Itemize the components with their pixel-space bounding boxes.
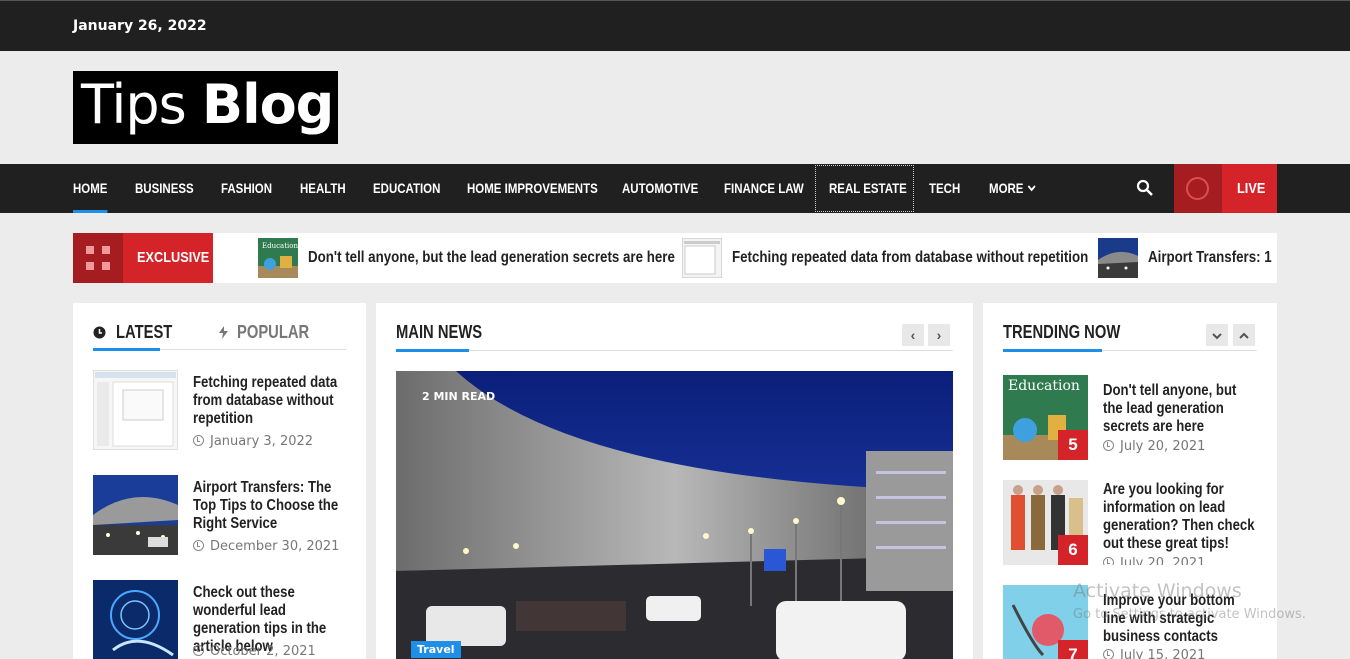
- grid-icon: [73, 233, 123, 283]
- thumb-text: Education: [1008, 378, 1080, 394]
- category-badge[interactable]: Travel: [411, 641, 461, 658]
- main-news-image[interactable]: [396, 371, 953, 659]
- ticker-thumb-education: Education: [258, 238, 298, 278]
- live-label: LIVE: [1237, 180, 1266, 197]
- current-date: January 26, 2022: [73, 18, 207, 34]
- live-icon: [1186, 177, 1209, 200]
- post-date: October 2, 2021: [193, 644, 316, 659]
- tab-popular[interactable]: POPULAR: [237, 322, 309, 343]
- trending-underline: [1003, 349, 1102, 352]
- svg-text:Education: Education: [262, 242, 298, 250]
- exclusive-tag: EXCLUSIVE: [73, 233, 213, 283]
- clock-icon: [1103, 440, 1114, 451]
- ticker-item-text: Fetching repeated data from database wit…: [732, 249, 1089, 266]
- next-arrow-button[interactable]: ›: [928, 324, 950, 346]
- activate-windows-hint: Go to Settings to activate Windows.: [1073, 607, 1306, 622]
- clock-icon: [1103, 649, 1114, 659]
- tab-latest[interactable]: LATEST: [116, 322, 172, 343]
- clock-icon: [93, 326, 106, 339]
- clock-icon: [1103, 557, 1114, 565]
- rank-badge: 7: [1058, 640, 1088, 659]
- main-news-title: MAIN NEWS: [396, 322, 483, 342]
- ticker-thumb-screenshot: [682, 238, 722, 278]
- rank-badge: 5: [1058, 430, 1088, 460]
- nav-real-estate[interactable]: REAL ESTATE: [829, 164, 907, 213]
- ticker-thumb-airport: [1098, 238, 1138, 278]
- nav-home[interactable]: HOME: [73, 164, 108, 213]
- prev-arrow-button[interactable]: ‹: [902, 324, 924, 346]
- ticker-item-text: Airport Transfers: 1: [1148, 249, 1272, 266]
- nav-tech[interactable]: TECH: [929, 164, 960, 213]
- nav-more[interactable]: MORE: [989, 164, 1036, 213]
- post-title[interactable]: Airport Transfers: The Top Tips to Choos…: [193, 479, 355, 533]
- nav-home-improvements[interactable]: HOME IMPROVEMENTS: [467, 164, 598, 213]
- trending-post-date: July 20, 2021: [1103, 556, 1205, 565]
- activate-windows-watermark: Activate Windows: [1073, 580, 1242, 602]
- lightning-icon: [219, 326, 228, 339]
- nav-business[interactable]: BUSINESS: [135, 164, 194, 213]
- active-tab-underline: [93, 348, 160, 351]
- site-logo-text: Tips Blog: [81, 73, 334, 136]
- main-news-divider: [396, 350, 953, 351]
- read-time-badge: 2 MIN READ: [422, 390, 496, 403]
- trending-post-date: July 15, 2021: [1103, 648, 1205, 659]
- live-button[interactable]: LIVE: [1174, 164, 1277, 213]
- post-thumb-screenshot[interactable]: [93, 370, 178, 450]
- post-date: January 3, 2022: [193, 434, 313, 449]
- nav-health[interactable]: HEALTH: [300, 164, 346, 213]
- site-logo[interactable]: Tips Blog: [73, 71, 338, 144]
- trending-title: TRENDING NOW: [1003, 322, 1121, 342]
- post-title[interactable]: Fetching repeated data from database wit…: [193, 374, 355, 428]
- nav-more-label: MORE: [989, 180, 1024, 196]
- trending-post-title[interactable]: Are you looking for information on lead …: [1103, 481, 1256, 553]
- main-news-underline: [396, 349, 469, 352]
- scroll-up-button[interactable]: [1233, 324, 1255, 346]
- ticker-item-text: Don't tell anyone, but the lead generati…: [308, 249, 675, 266]
- search-icon[interactable]: [1136, 179, 1154, 197]
- nav-finance-law[interactable]: FINANCE LAW: [724, 164, 804, 213]
- exclusive-label: EXCLUSIVE: [137, 249, 210, 266]
- live-icon-box: [1174, 164, 1222, 213]
- nav-fashion[interactable]: FASHION: [221, 164, 272, 213]
- chevron-down-icon: [1027, 185, 1036, 192]
- post-date: December 30, 2021: [193, 539, 339, 554]
- clock-icon: [193, 435, 204, 446]
- post-thumb-airport[interactable]: [93, 475, 178, 555]
- chevron-up-icon: [1239, 332, 1249, 339]
- nav-automotive[interactable]: AUTOMOTIVE: [622, 164, 698, 213]
- clock-icon: [193, 645, 204, 656]
- exclusive-ticker: EXCLUSIVE Education Don't tell anyone, b…: [73, 233, 1277, 283]
- post-thumb-tech[interactable]: [93, 580, 178, 659]
- trending-post-title[interactable]: Don't tell anyone, but the lead generati…: [1103, 382, 1256, 436]
- nav-education[interactable]: EDUCATION: [373, 164, 440, 213]
- rank-badge: 6: [1058, 535, 1088, 565]
- clock-icon: [193, 540, 204, 551]
- scroll-down-button[interactable]: [1206, 324, 1228, 346]
- trending-post-date: July 20, 2021: [1103, 439, 1205, 454]
- chevron-down-icon: [1212, 333, 1222, 340]
- top-bar: January 26, 2022: [0, 0, 1350, 51]
